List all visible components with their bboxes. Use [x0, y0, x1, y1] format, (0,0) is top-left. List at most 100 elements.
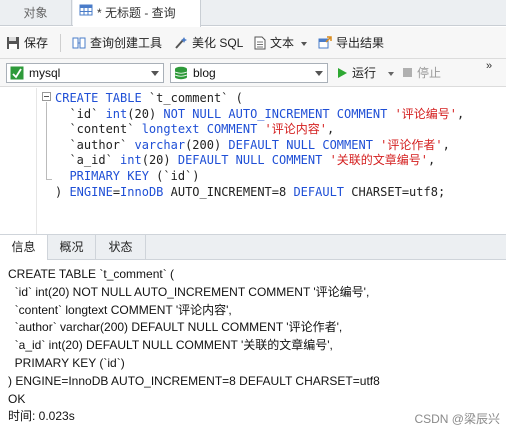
chevron-down-icon: [315, 71, 323, 76]
watermark: CSDN @梁辰兴: [414, 412, 500, 426]
output-line: OK: [8, 391, 26, 406]
code-token: ,: [457, 106, 465, 121]
code-line: `id` int(20) NOT NULL AUTO_INCREMENT COM…: [55, 107, 506, 122]
output-line: `content` longtext COMMENT '评论内容',: [8, 302, 232, 317]
output-line: `a_id` int(20) DEFAULT NULL COMMENT '关联的…: [8, 338, 333, 353]
chevron-down-icon: [301, 41, 307, 46]
export-icon: [318, 36, 332, 49]
export-results-label: 导出结果: [336, 36, 385, 50]
code-token: ,: [428, 153, 436, 168]
tab-overview[interactable]: 概况: [48, 235, 96, 260]
connection-value: mysql: [29, 66, 61, 80]
code-token: CHARSET=utf8;: [351, 184, 446, 199]
code-token: `a_id`: [55, 153, 121, 168]
chevron-down-icon: [151, 71, 159, 76]
code-token: NOT NULL AUTO_INCREMENT COMMENT: [163, 106, 395, 121]
code-token: ,: [326, 122, 335, 137]
text-button[interactable]: 文本: [254, 27, 294, 59]
code-token: '评论内容': [264, 122, 327, 137]
text-label: 文本: [270, 36, 295, 50]
run-dropdown-icon[interactable]: [388, 72, 394, 76]
tab-objects[interactable]: 对象: [0, 0, 72, 26]
code-token: =: [112, 184, 121, 199]
run-label: 运行: [352, 66, 377, 80]
code-token: ,: [442, 137, 450, 152]
code-token: InnoDB: [120, 184, 171, 199]
code-line: ) ENGINE=InnoDB AUTO_INCREMENT=8 DEFAULT…: [55, 185, 506, 200]
code-token: `content`: [55, 122, 142, 137]
code-line: `author` varchar(200) DEFAULT NULL COMME…: [55, 138, 506, 153]
code-token: longtext COMMENT: [141, 122, 265, 137]
code-token: '评论作者': [380, 137, 443, 152]
tab-strip: 对象 * 无标题 - 查询: [0, 0, 506, 27]
beautify-icon: [175, 36, 187, 49]
run-button[interactable]: 运行: [336, 63, 376, 83]
code-token: int: [105, 106, 128, 121]
document-icon: [254, 36, 266, 50]
database-icon: [174, 66, 188, 85]
beautify-sql-button[interactable]: 美化 SQL: [174, 27, 243, 59]
tab-query-label: * 无标题 - 查询: [97, 6, 176, 20]
toolbar: 保存 查询创建工具 美化 SQL 文本 导出结果: [0, 27, 506, 59]
code-line: `a_id` int(20) DEFAULT NULL COMMENT '关联的…: [55, 153, 506, 168]
editor-gutter: [36, 88, 37, 234]
mysql-connection-icon: [10, 66, 24, 85]
result-tab-bar: 信息 概况 状态: [0, 234, 506, 261]
code-token: '评论编号': [394, 106, 458, 121]
stop-label: 停止: [417, 66, 442, 80]
save-label: 保存: [24, 36, 49, 50]
code-token: DEFAULT NULL COMMENT: [177, 153, 330, 168]
output-line: ) ENGINE=InnoDB AUTO_INCREMENT=8 DEFAULT…: [8, 373, 380, 388]
code-line: PRIMARY KEY (`id`): [55, 169, 506, 184]
stop-icon: [403, 68, 412, 78]
code-token: (20): [127, 106, 164, 121]
sql-editor[interactable]: CREATE TABLE `t_comment` ( `id` int(20) …: [0, 88, 506, 234]
fold-collapse-icon[interactable]: [42, 92, 51, 101]
save-icon: [7, 36, 19, 49]
code-line: CREATE TABLE `t_comment` (: [55, 91, 506, 106]
code-token: `id`: [55, 106, 106, 121]
toolbar-divider: [60, 34, 61, 52]
code-token: DEFAULT NULL COMMENT: [228, 137, 381, 152]
output-line: `id` int(20) NOT NULL AUTO_INCREMENT COM…: [8, 284, 370, 299]
output-line: 时间: 0.023s: [8, 409, 75, 424]
code-token: `author`: [55, 137, 135, 152]
code-token: (200): [185, 137, 229, 152]
code-token: ): [55, 184, 70, 199]
tab-info[interactable]: 信息: [0, 235, 48, 261]
output-line: CREATE TABLE `t_comment` (: [8, 267, 175, 281]
code-token: int: [120, 153, 142, 168]
query-grid-icon: [79, 0, 93, 26]
text-dropdown-button[interactable]: [301, 27, 307, 59]
save-button[interactable]: 保存: [6, 27, 48, 59]
code-token: CREATE TABLE: [55, 91, 149, 105]
query-builder-label: 查询创建工具: [90, 36, 163, 50]
code-token: (`id`): [156, 169, 200, 183]
database-value: blog: [193, 66, 216, 80]
code-token: ENGINE: [69, 184, 113, 199]
beautify-sql-label: 美化 SQL: [192, 36, 244, 50]
fold-guide: [46, 102, 47, 179]
code-token: '关联的文章编号': [329, 153, 429, 168]
output-line: `author` varchar(200) DEFAULT NULL COMME…: [8, 320, 343, 335]
output-line: PRIMARY KEY (`id`): [8, 356, 125, 370]
code-line: `content` longtext COMMENT '评论内容',: [55, 122, 506, 137]
tab-status[interactable]: 状态: [96, 235, 146, 260]
stop-button[interactable]: 停止: [402, 63, 441, 83]
code-token: DEFAULT: [293, 184, 352, 199]
result-output: CREATE TABLE `t_comment` ( `id` int(20) …: [0, 260, 506, 433]
connection-bar: mysql blog 运行 停止 »: [0, 59, 506, 87]
database-select[interactable]: blog: [170, 63, 328, 83]
code-token: (20): [141, 153, 178, 168]
query-builder-button[interactable]: 查询创建工具: [72, 27, 162, 59]
tab-query[interactable]: * 无标题 - 查询: [73, 0, 201, 27]
code-token: AUTO_INCREMENT=8: [170, 184, 294, 199]
connection-select[interactable]: mysql: [6, 63, 164, 83]
more-options-icon[interactable]: »: [486, 61, 492, 72]
query-builder-icon: [72, 37, 86, 49]
code-token: varchar: [134, 137, 186, 152]
export-results-button[interactable]: 导出结果: [318, 27, 384, 59]
code-token: PRIMARY KEY: [69, 169, 157, 183]
fold-guide-end: [46, 179, 52, 180]
